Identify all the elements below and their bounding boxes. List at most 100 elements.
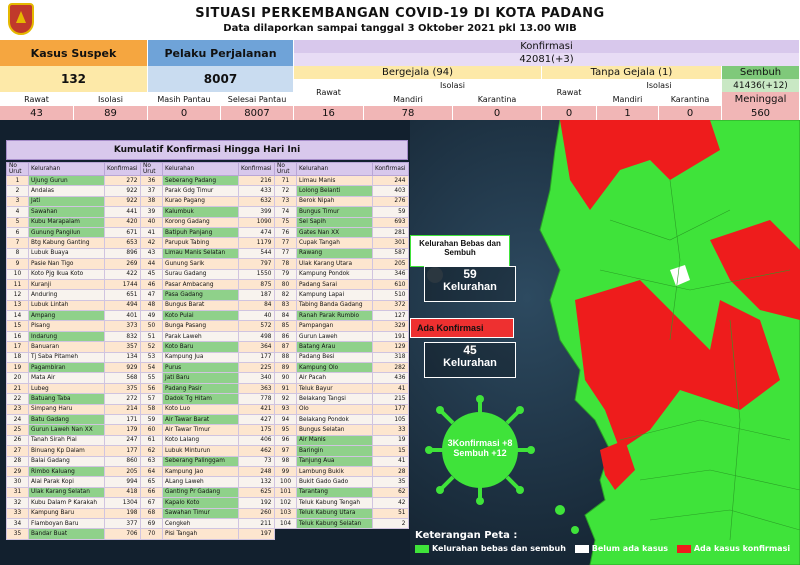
row-konfirmasi: 651 <box>104 289 141 301</box>
table-row: 9 Pasie Nan Tigo 269 <box>6 258 141 270</box>
ada-title: Ada Konfirmasi <box>410 318 514 338</box>
row-no: 89 <box>274 362 297 374</box>
row-no: 54 <box>140 362 163 374</box>
row-no: 50 <box>140 320 163 332</box>
row-no: 57 <box>140 393 163 405</box>
table-row: 62 Lubuk Minturun 462 <box>140 445 275 457</box>
row-no: 21 <box>6 382 29 395</box>
table-row: 78 Ulak Karang Utara 205 <box>274 258 409 270</box>
row-no: 35 <box>6 528 29 540</box>
row-konfirmasi: 340 <box>238 372 275 384</box>
tanpa-gejala-mandiri-label: Mandiri <box>597 92 659 106</box>
sembuh-value: 41436(+12) <box>722 79 800 92</box>
kelurahan-table-1: No Urut Kelurahan Konfirmasi 1 Ujung Guru… <box>6 162 141 540</box>
row-konfirmasi: 260 <box>238 507 275 519</box>
table-row: 17 Banuaran 357 <box>6 341 141 353</box>
bergejala-mandiri-value: 78 <box>364 106 453 120</box>
row-no: 80 <box>274 278 297 291</box>
row-no: 51 <box>140 330 163 343</box>
table-row: 14 Ampang 401 <box>6 310 141 322</box>
legend-green-label: Kelurahan bebas dan sembuh <box>432 544 566 553</box>
row-kelurahan: Surau Gadang <box>162 268 239 280</box>
row-kelurahan: Rimbo Kaluang <box>28 465 105 478</box>
row-no: 10 <box>6 268 29 280</box>
row-kelurahan: Ranah Parak Rumbio <box>296 310 373 322</box>
table-title: Kumulatif Konfirmasi Hingga Hari Ini <box>6 140 408 160</box>
selesai-pantau-label: Selesai Pantau <box>221 92 294 106</box>
row-kelurahan: Kampung Jua <box>162 351 239 364</box>
row-no: 77 <box>274 247 297 260</box>
row-konfirmasi: 198 <box>104 507 141 519</box>
row-konfirmasi: 436 <box>372 372 409 384</box>
row-kelurahan: Belakang Tangsi <box>296 393 373 405</box>
table-row: 84 Ranah Parak Rumbio 127 <box>274 310 409 322</box>
row-no: 2 <box>6 185 29 197</box>
row-konfirmasi: 587 <box>372 247 409 260</box>
table-row: 15 Pisang 373 <box>6 320 141 332</box>
row-konfirmasi: 653 <box>104 237 141 249</box>
row-no: 18 <box>6 351 29 364</box>
row-kelurahan: Batu Gadang <box>28 413 105 426</box>
row-kelurahan: Balai Gadang <box>28 455 105 467</box>
legend-white-swatch <box>574 544 589 553</box>
row-kelurahan: Belakang Pondok <box>296 413 373 426</box>
header-kelurahan: Kelurahan <box>296 162 373 176</box>
table-row: 64 Kampung Jao 248 <box>140 465 275 478</box>
row-kelurahan: Gurun Laweh <box>296 330 373 343</box>
row-konfirmasi: 420 <box>104 216 141 228</box>
virus-sembuh-text: Sembuh +12 <box>453 448 507 458</box>
table-row: 70 Pisi Tangah 197 <box>140 528 275 540</box>
row-kelurahan: Koto Luo <box>162 403 239 416</box>
row-kelurahan: Parak Gdg Timur <box>162 185 239 197</box>
table-row: 65 ALang Laweh 132 <box>140 476 275 488</box>
row-no: 73 <box>274 195 297 208</box>
row-kelurahan: Ganting Pr Gadang <box>162 486 239 499</box>
row-konfirmasi: 372 <box>372 299 409 312</box>
row-kelurahan: Ulak Karang Selatan <box>28 486 105 499</box>
row-kelurahan: Padang Besi <box>296 351 373 364</box>
row-kelurahan: ALang Laweh <box>162 476 239 488</box>
row-konfirmasi: 610 <box>372 278 409 291</box>
row-konfirmasi: 922 <box>104 185 141 197</box>
table-row: 46 Pasar Ambacang 875 <box>140 278 275 291</box>
row-no: 59 <box>140 413 163 426</box>
tanpa-gejala-label: Tanpa Gejala (1) <box>542 66 722 79</box>
row-konfirmasi: 406 <box>238 434 275 447</box>
legend-items: Kelurahan bebas dan sembuh Belum ada kas… <box>415 544 800 553</box>
row-konfirmasi: 51 <box>372 507 409 519</box>
bergejala-mandiri-label: Mandiri <box>364 92 453 106</box>
row-kelurahan: Kampung Baru <box>28 507 105 519</box>
row-konfirmasi: 19 <box>372 434 409 447</box>
masih-pantau-label: Masih Pantau <box>148 92 221 106</box>
row-kelurahan: Lubeg <box>28 382 105 395</box>
row-no: 44 <box>140 258 163 270</box>
row-kelurahan: Seberang Padang <box>162 174 239 187</box>
row-no: 98 <box>274 455 297 467</box>
table-row: 5 Kubu Marapalam 420 <box>6 216 141 228</box>
row-no: 23 <box>6 403 29 416</box>
row-no: 78 <box>274 258 297 270</box>
row-kelurahan: Ujung Gurun <box>28 174 105 187</box>
table-row: 1 Ujung Gurun 272 <box>6 174 141 187</box>
row-konfirmasi: 205 <box>372 258 409 270</box>
row-kelurahan: Flamboyan Baru <box>28 517 105 530</box>
row-kelurahan: Olo <box>296 403 373 416</box>
row-konfirmasi: 192 <box>238 497 275 509</box>
row-no: 8 <box>6 247 29 260</box>
row-konfirmasi: 373 <box>104 320 141 332</box>
row-no: 60 <box>140 424 163 436</box>
row-no: 38 <box>140 195 163 208</box>
table-row: 10 Koto Pjg Ikua Koto 422 <box>6 268 141 280</box>
row-no: 29 <box>6 465 29 478</box>
row-kelurahan: Batang Arau <box>296 341 373 353</box>
row-kelurahan: Limau Manis Selatan <box>162 247 239 260</box>
row-konfirmasi: 896 <box>104 247 141 260</box>
row-no: 65 <box>140 476 163 488</box>
bebas-count-box: 59 Kelurahan <box>424 266 516 302</box>
suspek-value: 132 <box>0 66 148 92</box>
row-no: 36 <box>140 174 163 187</box>
row-kelurahan: Kubu Dalam P Karakah <box>28 497 105 509</box>
row-no: 4 <box>6 206 29 218</box>
row-konfirmasi: 875 <box>238 278 275 291</box>
table-row: 16 Indarung 832 <box>6 330 141 343</box>
